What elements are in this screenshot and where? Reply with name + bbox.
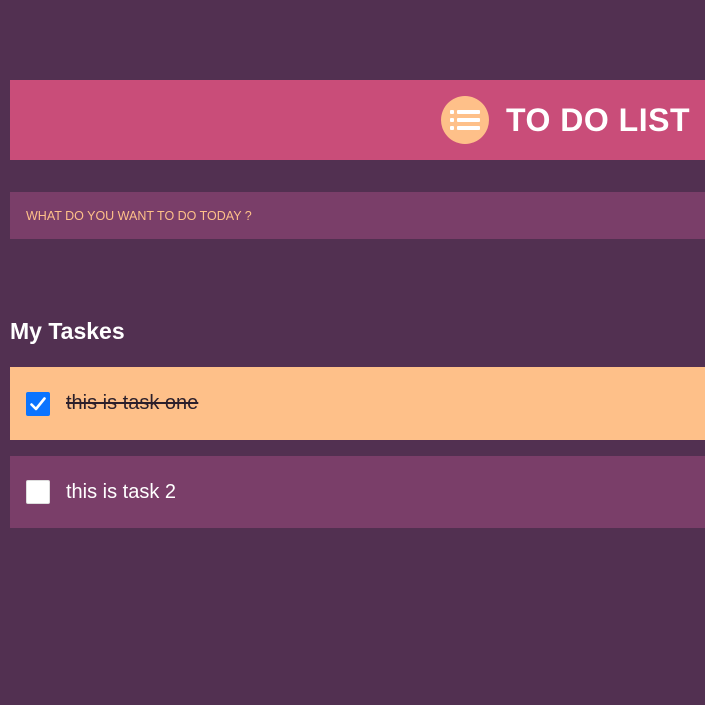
list-icon [441, 96, 490, 144]
task-input[interactable] [26, 192, 705, 239]
task-checkbox-checked[interactable] [26, 391, 50, 416]
task-item[interactable]: this is task 2 [10, 456, 705, 528]
task-item[interactable]: this is task one [10, 367, 705, 440]
task-label: this is task one [66, 392, 199, 414]
app-title: TO DO LIST [506, 101, 690, 138]
task-label: this is task 2 [66, 480, 177, 503]
checkmark-icon [30, 396, 46, 410]
task-checkbox[interactable] [26, 480, 50, 504]
header-banner: TO DO LIST [10, 80, 705, 160]
task-input-bar[interactable] [10, 192, 705, 239]
section-title: My Taskes [10, 318, 125, 344]
